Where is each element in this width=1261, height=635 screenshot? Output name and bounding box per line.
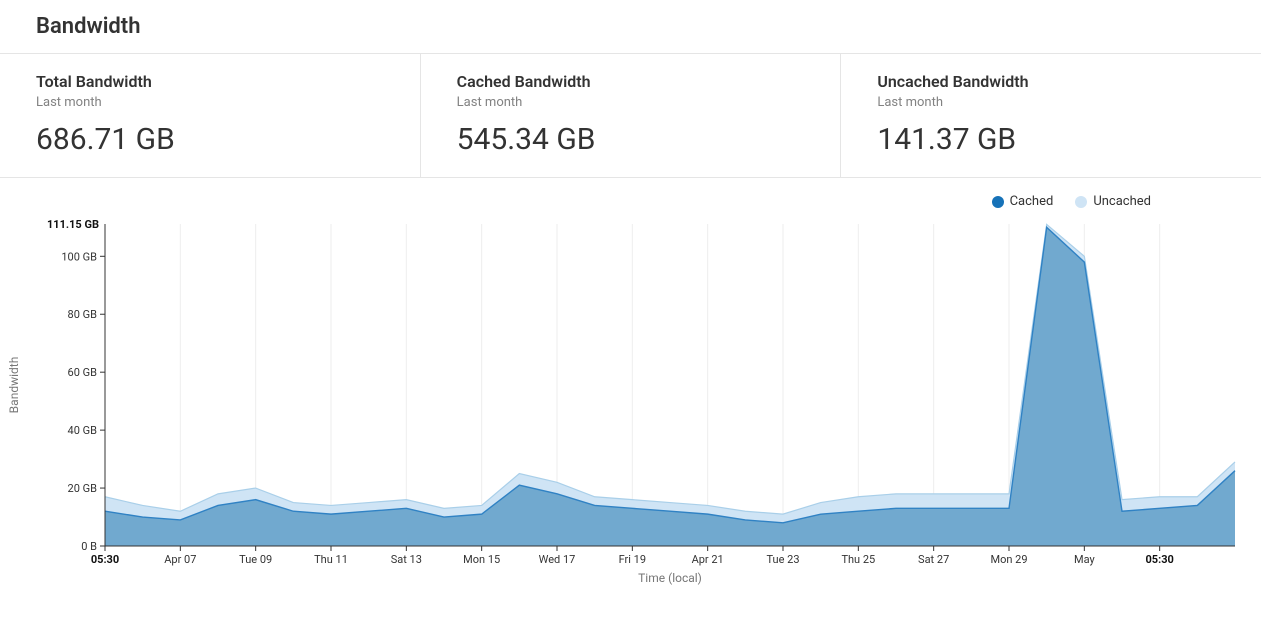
svg-text:40 GB: 40 GB [68, 424, 98, 437]
stat-sub: Last month [877, 95, 1261, 110]
svg-text:Tue 23: Tue 23 [766, 553, 799, 566]
chart-svg[interactable]: 111.15 GB 0 B 20 GB 40 GB 60 GB 80 GB 100 GB 05… [0, 194, 1261, 594]
svg-text:05:30: 05:30 [91, 553, 119, 566]
svg-text:05:30: 05:30 [1145, 553, 1173, 566]
stat-cached-bandwidth: Cached Bandwidth Last month 545.34 GB [420, 54, 841, 177]
bandwidth-chart[interactable]: Cached Uncached 111.15 GB 0 B 20 GB 40 GB 60… [0, 194, 1261, 594]
svg-text:Thu 11: Thu 11 [314, 553, 348, 566]
legend-uncached: Uncached [1075, 194, 1151, 209]
chart-legend: Cached Uncached [992, 194, 1151, 209]
page-title: Bandwidth [0, 0, 1261, 53]
legend-label-uncached: Uncached [1093, 194, 1151, 209]
svg-text:Mon 15: Mon 15 [463, 553, 500, 566]
stat-sub: Last month [457, 95, 841, 110]
svg-text:80 GB: 80 GB [68, 308, 98, 321]
stat-value: 141.37 GB [877, 122, 1261, 157]
svg-text:20 GB: 20 GB [68, 482, 98, 495]
stat-sub: Last month [36, 95, 420, 110]
svg-text:Time (local): Time (local) [638, 571, 702, 585]
svg-text:Mon 29: Mon 29 [990, 553, 1027, 566]
svg-text:Bandwidth: Bandwidth [7, 357, 21, 414]
stat-title: Cached Bandwidth [457, 72, 841, 91]
legend-label-cached: Cached [1010, 194, 1054, 209]
svg-text:60 GB: 60 GB [68, 366, 98, 379]
legend-cached: Cached [992, 194, 1054, 209]
stats-row: Total Bandwidth Last month 686.71 GB Cac… [0, 53, 1261, 178]
svg-text:Sat 27: Sat 27 [918, 553, 949, 566]
stat-total-bandwidth: Total Bandwidth Last month 686.71 GB [0, 54, 420, 177]
stat-value: 545.34 GB [457, 122, 841, 157]
svg-text:May: May [1074, 553, 1096, 566]
svg-text:100 GB: 100 GB [61, 250, 97, 263]
svg-text:Apr 21: Apr 21 [692, 553, 724, 566]
stat-value: 686.71 GB [36, 122, 420, 157]
stat-title: Total Bandwidth [36, 72, 420, 91]
svg-text:Thu 25: Thu 25 [841, 553, 875, 566]
svg-text:Sat 13: Sat 13 [391, 553, 422, 566]
svg-text:111.15 GB: 111.15 GB [47, 218, 99, 231]
stat-title: Uncached Bandwidth [877, 72, 1261, 91]
legend-swatch-cached [992, 196, 1004, 208]
stat-uncached-bandwidth: Uncached Bandwidth Last month 141.37 GB [840, 54, 1261, 177]
svg-text:Apr 07: Apr 07 [164, 553, 196, 566]
svg-text:Tue 09: Tue 09 [239, 553, 272, 566]
legend-swatch-uncached [1075, 196, 1087, 208]
svg-text:0 B: 0 B [81, 540, 97, 553]
svg-text:Fri 19: Fri 19 [619, 553, 646, 566]
svg-text:Wed 17: Wed 17 [539, 553, 576, 566]
